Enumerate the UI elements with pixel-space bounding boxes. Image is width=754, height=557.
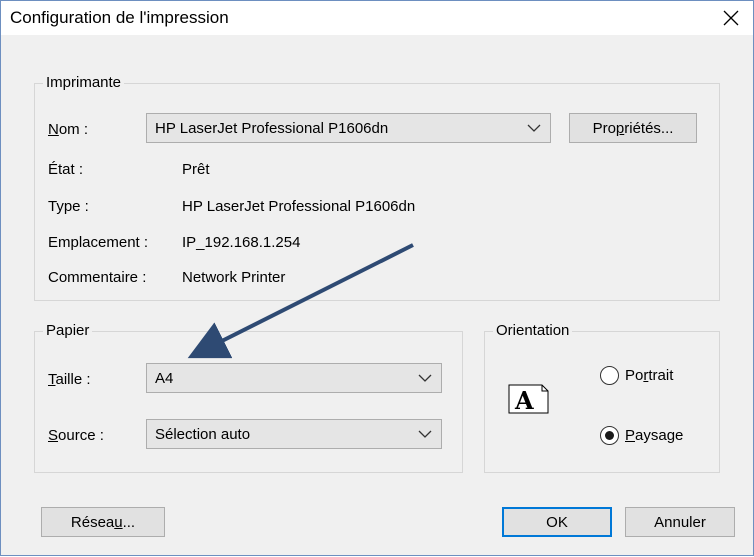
landscape-label[interactable]: Paysage [625,427,683,444]
window-title: Configuration de l'impression [10,8,229,27]
properties-label-u: p [615,119,625,137]
title-bar: Configuration de l'impression [1,1,753,35]
chevron-down-icon [418,374,432,382]
printer-name-select[interactable]: HP LaserJet Professional P1606dn [146,113,551,143]
location-label: Emplacement : [48,234,149,251]
paper-size-label: Taille : [48,371,91,388]
paper-source-value: Sélection auto [155,426,251,443]
paper-size-value: A4 [155,370,174,387]
location-value: IP_192.168.1.254 [182,234,301,251]
type-label: Type : [48,198,89,215]
close-icon [723,10,739,26]
printer-name-label: Nom : [48,121,89,138]
paper-size-select[interactable]: A4 [146,363,442,393]
comment-label: Commentaire : [48,269,147,286]
properties-label-post: riétés... [624,119,674,137]
landscape-radio[interactable] [600,426,619,445]
print-setup-dialog: Configuration de l'impression Imprimante… [0,0,754,556]
close-button[interactable] [709,1,753,35]
ok-button[interactable]: OK [502,507,612,537]
status-value: Prêt [182,161,210,178]
chevron-down-icon [527,124,541,132]
network-label-u: u [114,513,123,531]
printer-name-value: HP LaserJet Professional P1606dn [155,120,389,137]
chevron-down-icon [418,430,432,438]
landscape-page-icon: A [508,384,549,415]
paper-group: Papier [34,322,463,473]
type-value: HP LaserJet Professional P1606dn [182,198,416,215]
portrait-label[interactable]: Portrait [625,367,673,384]
properties-label-pre: Pro [592,119,616,137]
status-label: État : [48,161,84,178]
comment-value: Network Printer [182,269,286,286]
network-label-post: ... [122,513,136,531]
network-button[interactable]: Résea u... [41,507,165,537]
orientation-group-label: Orientation [493,322,573,339]
orientation-icon-letter: A [514,386,534,415]
printer-group-label: Imprimante [43,74,125,91]
network-label-pre: Résea [70,513,115,531]
landscape-radio-dot [605,431,614,440]
paper-group-label: Papier [43,322,93,339]
cancel-button[interactable]: Annuler [625,507,735,537]
properties-button[interactable]: Pro p riétés... [569,113,697,143]
paper-source-select[interactable]: Sélection auto [146,419,442,449]
portrait-radio[interactable] [600,366,619,385]
paper-source-label: Source : [48,427,104,444]
